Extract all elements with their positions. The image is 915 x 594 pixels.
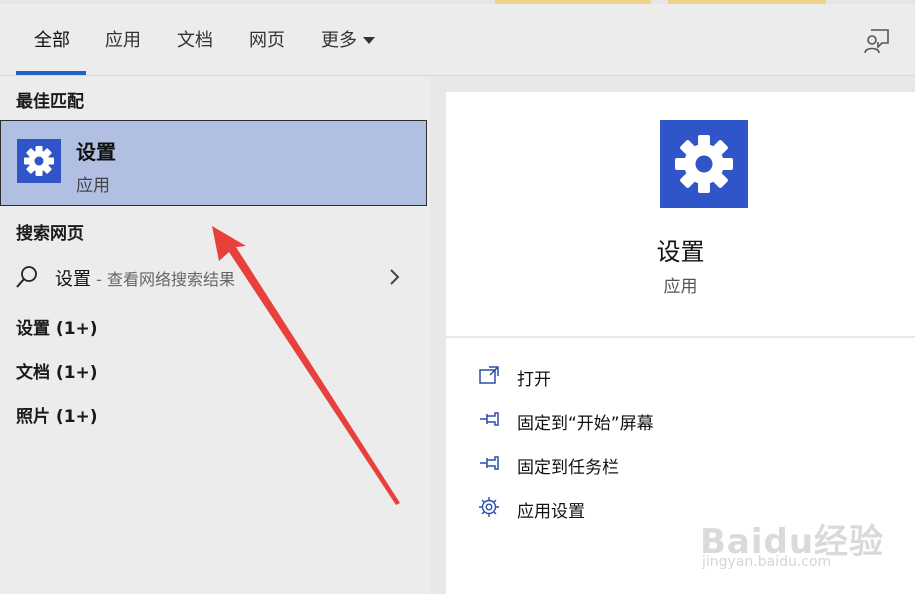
chevron-right-icon xyxy=(390,269,400,285)
chevron-down-icon xyxy=(363,36,375,44)
action-pin-taskbar[interactable]: 固定到任务栏 xyxy=(446,444,915,484)
web-search-separator: - xyxy=(91,270,107,289)
action-pin-start[interactable]: 固定到“开始”屏幕 xyxy=(446,400,915,440)
feedback-icon xyxy=(864,29,889,54)
web-search-hint: 查看网络搜索结果 xyxy=(106,270,235,289)
best-match-heading: 最佳匹配 xyxy=(16,92,84,112)
web-search-text: 设置 - 查看网络搜索结果 xyxy=(55,265,235,291)
baidu-watermark: Baidu经验 jingyan.baidu.com xyxy=(700,496,900,576)
open-icon xyxy=(479,366,499,384)
web-search-query: 设置 xyxy=(55,269,91,290)
tab-more[interactable]: 更多 xyxy=(321,26,375,52)
app-tile xyxy=(17,139,61,183)
gear-icon xyxy=(24,146,54,176)
tab-documents[interactable]: 文档 xyxy=(177,26,213,52)
search-icon xyxy=(16,266,37,288)
feedback-button[interactable] xyxy=(862,26,892,56)
web-search-result[interactable]: 设置 - 查看网络搜索结果 xyxy=(0,256,430,298)
pin-icon xyxy=(480,412,499,426)
action-pin-start-label: 固定到“开始”屏幕 xyxy=(517,414,654,434)
app-preview-card: 设置 应用 xyxy=(446,92,915,336)
gear-outline-icon xyxy=(479,497,499,517)
action-open[interactable]: 打开 xyxy=(446,356,915,396)
watermark-url: jingyan.baidu.com xyxy=(702,554,832,570)
tab-web[interactable]: 网页 xyxy=(249,26,285,52)
group-photos[interactable]: 照片 (1+) xyxy=(16,402,98,427)
action-pin-taskbar-label: 固定到任务栏 xyxy=(517,458,619,478)
app-tile-large xyxy=(660,120,748,208)
group-documents[interactable]: 文档 (1+) xyxy=(16,358,98,383)
pin-icon xyxy=(480,456,499,470)
gear-icon xyxy=(675,135,733,193)
action-app-settings-label: 应用设置 xyxy=(517,502,585,522)
tab-all[interactable]: 全部 xyxy=(34,26,70,52)
tab-more-label: 更多 xyxy=(321,30,357,51)
web-search-heading: 搜索网页 xyxy=(16,224,84,244)
best-match-type: 应用 xyxy=(76,176,110,196)
preview-app-name: 设置 xyxy=(656,238,705,266)
best-match-item[interactable]: 设置 应用 xyxy=(0,120,427,206)
best-match-name: 设置 xyxy=(76,140,116,164)
group-settings[interactable]: 设置 (1+) xyxy=(16,314,98,339)
results-panel: 最佳匹配 设置 应用 搜索网页 设置 - 查看网络搜索结果 设置 (1+) 文档… xyxy=(0,76,430,594)
tab-apps[interactable]: 应用 xyxy=(105,26,141,52)
search-header: 全部 应用 文档 网页 更多 xyxy=(0,4,915,76)
action-open-label: 打开 xyxy=(517,370,551,390)
preview-app-type: 应用 xyxy=(663,277,698,297)
active-tab-indicator xyxy=(16,71,86,75)
